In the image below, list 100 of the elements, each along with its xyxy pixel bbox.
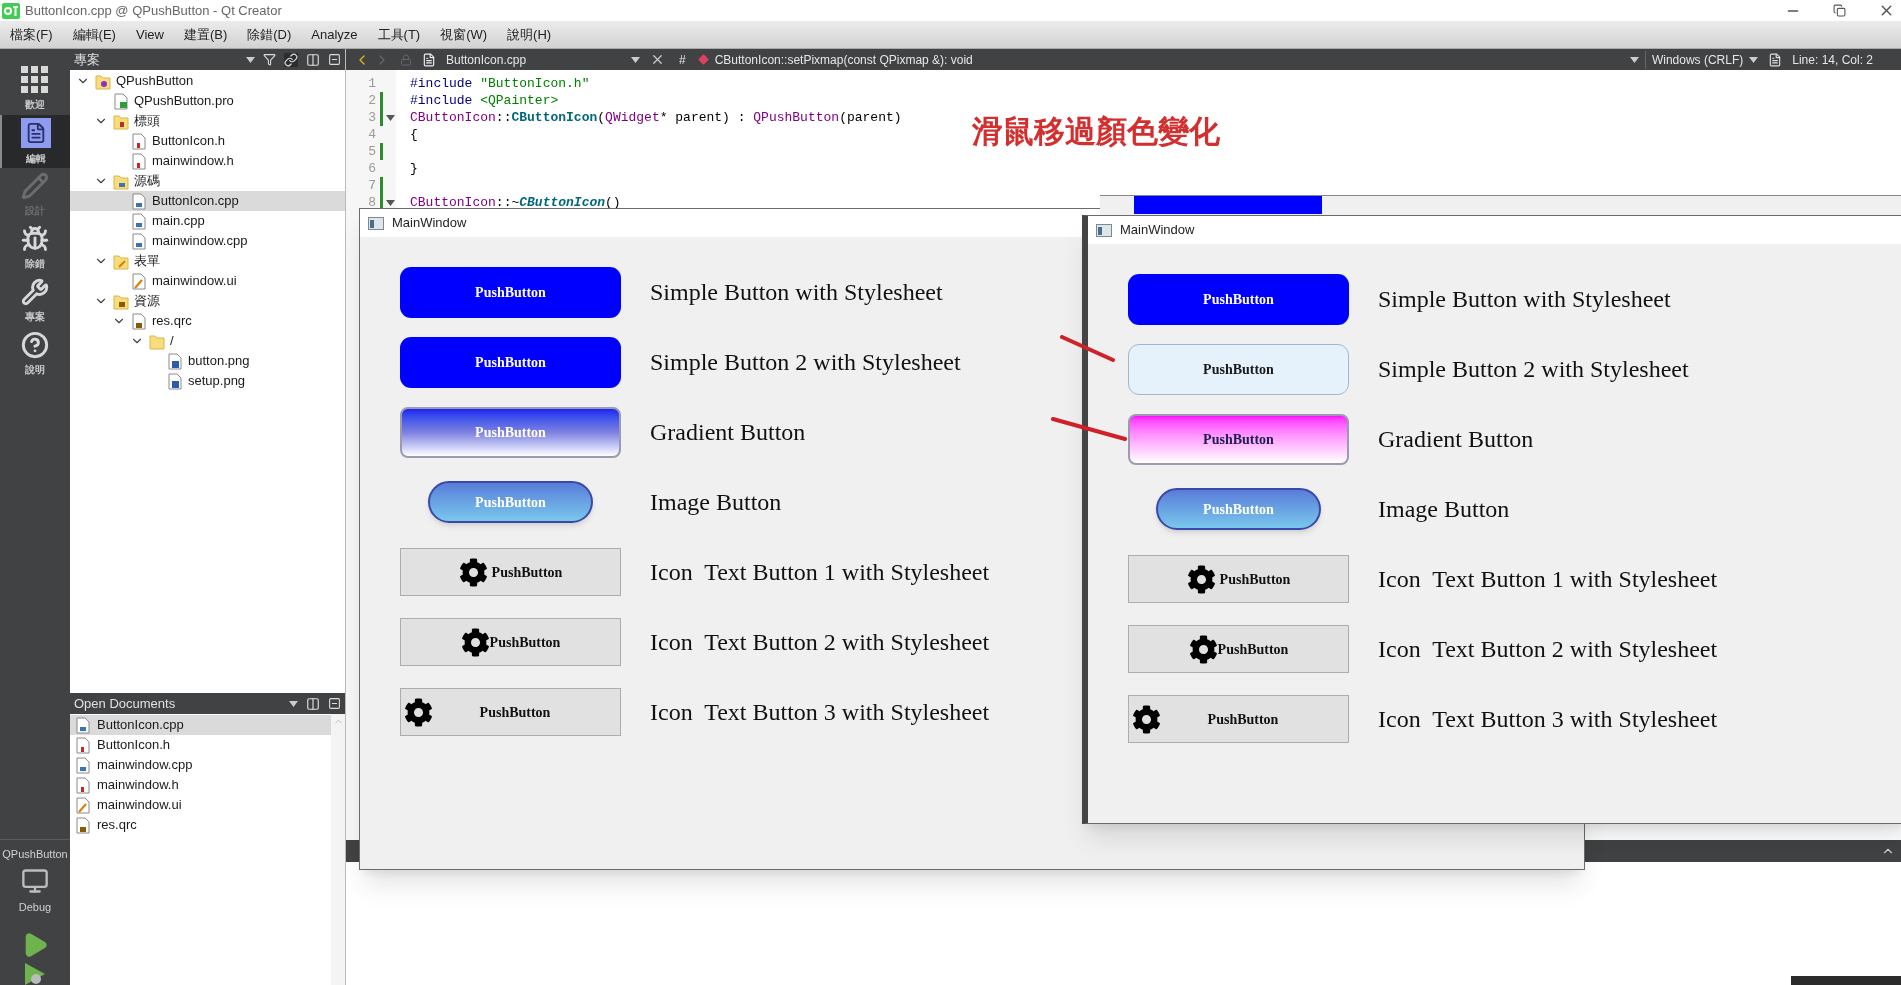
- tree-item[interactable]: 標頭: [70, 111, 345, 131]
- button-caption: Image Button: [1378, 495, 1510, 524]
- line-number: 7: [367, 176, 376, 195]
- pane-title[interactable]: 專案: [74, 49, 238, 70]
- push-button[interactable]: PushButton: [400, 548, 621, 596]
- folder-icon: [113, 252, 129, 270]
- tree-item[interactable]: ButtonIcon.h: [70, 131, 345, 151]
- restore-icon[interactable]: [1833, 4, 1846, 17]
- tree-item[interactable]: setup.png: [70, 371, 345, 391]
- window-title: MainWindow: [392, 214, 467, 233]
- document-item[interactable]: mainwindow.h: [70, 775, 331, 795]
- image-file-icon: [167, 372, 183, 390]
- push-button[interactable]: PushButton: [1128, 625, 1349, 673]
- header-file-icon: [131, 132, 147, 150]
- gear-icon: [458, 557, 488, 587]
- document-item[interactable]: ButtonIcon.h: [70, 735, 331, 755]
- code-line: CButtonIcon::CButtonIcon(QWidget* parent) : QPushButton(parent): [410, 108, 902, 127]
- mode-button[interactable]: 說明: [0, 327, 70, 380]
- file-icon: [422, 52, 436, 67]
- button-caption: Icon Text Button 3 with Stylesheet: [1378, 705, 1718, 734]
- source-file-icon: [131, 232, 147, 250]
- folder-icon: [113, 172, 129, 190]
- menu-item[interactable]: View: [135, 24, 164, 45]
- folder-icon: [149, 332, 165, 350]
- menu-item[interactable]: 編輯(E): [72, 24, 116, 45]
- button-caption: Simple Button with Stylesheet: [1378, 285, 1671, 314]
- tree-item[interactable]: mainwindow.ui: [70, 271, 345, 291]
- fold-icon[interactable]: [386, 199, 395, 206]
- push-button[interactable]: PushButton: [1128, 555, 1349, 603]
- mode-button[interactable]: 除錯: [0, 221, 70, 274]
- dropdown-icon[interactable]: [289, 700, 298, 707]
- resource-file-icon: [75, 816, 91, 834]
- tree-item[interactable]: 表單: [70, 251, 345, 271]
- dropdown-icon[interactable]: [631, 56, 640, 63]
- gear-icon: [1188, 634, 1218, 664]
- header-file-icon: [75, 776, 91, 794]
- document-icon[interactable]: [1768, 52, 1783, 67]
- push-button[interactable]: PushButton: [400, 688, 621, 736]
- scrollbar[interactable]: [331, 714, 345, 985]
- push-button[interactable]: PushButton: [1128, 695, 1349, 743]
- mode-button[interactable]: 編輯: [0, 115, 70, 168]
- push-button[interactable]: PushButton: [400, 336, 621, 388]
- pane-title[interactable]: Open Documents: [74, 693, 281, 714]
- dropdown-icon[interactable]: [1749, 56, 1759, 63]
- button-caption: Simple Button with Stylesheet: [650, 278, 943, 307]
- menu-item[interactable]: 檔案(F): [10, 24, 53, 45]
- menu-item[interactable]: 說明(H): [507, 24, 552, 45]
- tree-item[interactable]: QPushButton: [70, 71, 345, 91]
- menu-item[interactable]: 建置(B): [183, 24, 228, 45]
- tree-item[interactable]: 資源: [70, 291, 345, 311]
- close-pane-icon[interactable]: [328, 53, 341, 66]
- fold-icon[interactable]: [386, 114, 395, 121]
- tree-item[interactable]: ButtonIcon.cpp: [70, 191, 345, 211]
- file-name[interactable]: ButtonIcon.cpp: [446, 50, 631, 69]
- dropdown-icon[interactable]: [1629, 56, 1639, 63]
- push-button[interactable]: PushButton: [1128, 273, 1349, 325]
- monitor-icon[interactable]: [21, 866, 49, 895]
- form-file-icon: [75, 796, 91, 814]
- tree-item[interactable]: 源碼: [70, 171, 345, 191]
- cursor-position: Line: 14, Col: 2: [1792, 51, 1873, 69]
- document-item[interactable]: res.qrc: [70, 815, 331, 835]
- tree-item[interactable]: button.png: [70, 351, 345, 371]
- menu-item[interactable]: 工具(T): [377, 24, 421, 45]
- split-icon[interactable]: [306, 696, 320, 711]
- tree-item[interactable]: main.cpp: [70, 211, 345, 231]
- link-icon[interactable]: [284, 52, 298, 67]
- window-title: MainWindow: [1120, 221, 1195, 240]
- document-item[interactable]: mainwindow.cpp: [70, 755, 331, 775]
- button-caption: Gradient Button: [650, 418, 806, 447]
- pencil-icon: [21, 171, 49, 200]
- tree-item[interactable]: mainwindow.cpp: [70, 231, 345, 251]
- menu-item[interactable]: 除錯(D): [247, 24, 292, 45]
- push-button[interactable]: PushButton: [400, 266, 621, 318]
- button-caption: Icon Text Button 2 with Stylesheet: [1378, 635, 1718, 664]
- document-item[interactable]: mainwindow.ui: [70, 795, 331, 815]
- filter-icon[interactable]: [263, 53, 276, 66]
- dropdown-icon[interactable]: [246, 56, 255, 63]
- line-ending[interactable]: Windows (CRLF): [1644, 50, 1744, 69]
- tree-item[interactable]: mainwindow.h: [70, 151, 345, 171]
- gear-icon: [404, 697, 433, 727]
- code-line: #include <QPainter>: [410, 91, 559, 110]
- push-button[interactable]: PushButton: [1128, 343, 1349, 395]
- project-file-icon: [113, 92, 129, 110]
- tree-item[interactable]: QPushButton.pro: [70, 91, 345, 111]
- mode-button[interactable]: 專案: [0, 274, 70, 327]
- document-icon: [21, 117, 51, 148]
- tree-item[interactable]: /: [70, 331, 345, 351]
- document-item[interactable]: ButtonIcon.cpp: [70, 715, 331, 735]
- split-icon[interactable]: [306, 52, 320, 67]
- close-icon[interactable]: [650, 52, 665, 67]
- menu-item[interactable]: Analyze: [311, 24, 358, 45]
- close-pane-icon[interactable]: [328, 697, 341, 710]
- tree-item[interactable]: res.qrc: [70, 311, 345, 331]
- mode-button[interactable]: 歡迎: [0, 62, 70, 115]
- build-config[interactable]: Debug: [18, 898, 52, 915]
- symbol-name[interactable]: CButtonIcon::setPixmap(const QPixmap &): void: [714, 50, 973, 69]
- line-number: 4: [367, 125, 376, 144]
- push-button[interactable]: PushButton: [400, 618, 621, 666]
- push-button[interactable]: PushButton: [1128, 413, 1349, 465]
- menu-item[interactable]: 視窗(W): [440, 24, 488, 45]
